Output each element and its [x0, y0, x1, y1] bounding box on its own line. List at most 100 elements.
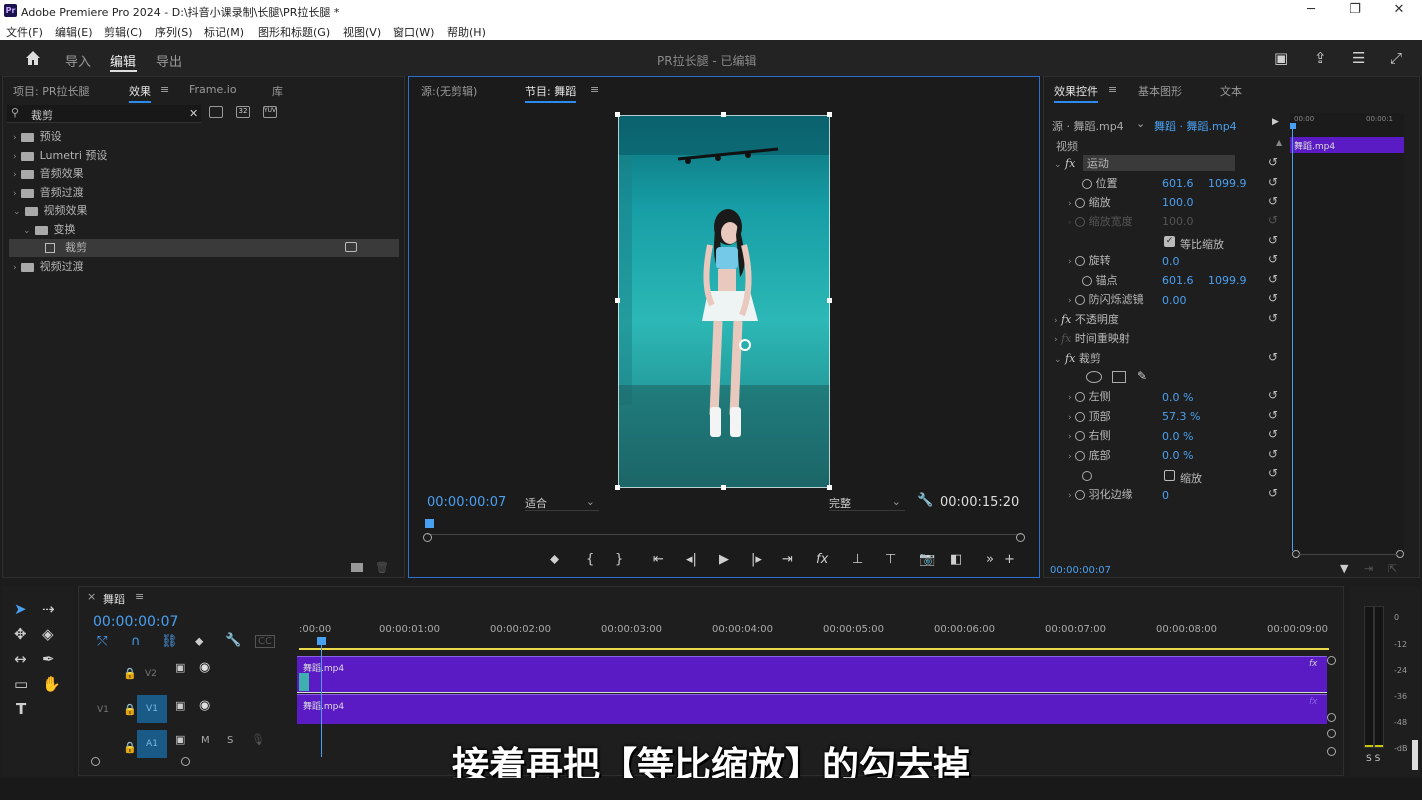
mark-out-icon[interactable]: } [615, 552, 623, 567]
menu-help[interactable]: 帮助(H) [447, 24, 486, 40]
feather-stopwatch-icon[interactable] [1075, 490, 1086, 500]
add-marker-icon[interactable]: ⬥ [550, 552, 559, 567]
snap-icon[interactable]: ∩ [131, 634, 141, 649]
position-x-value[interactable]: 601.6 [1162, 177, 1194, 190]
rectangle-tool-icon[interactable]: ▭ [14, 675, 28, 693]
add-marker-timeline-icon[interactable]: ⬥ [195, 634, 203, 649]
tab-libraries[interactable]: 库 [272, 83, 283, 99]
tab-effects[interactable]: 效果 [129, 83, 151, 103]
sequence-clip-label[interactable]: 舞蹈 · 舞蹈.mp4 [1154, 118, 1237, 134]
home-icon[interactable] [24, 49, 42, 67]
clip-v2[interactable]: 舞蹈.mp4 fx [297, 656, 1327, 693]
handle-top-right[interactable] [827, 112, 832, 117]
clear-search-icon[interactable]: ✕ [189, 107, 198, 120]
crop-top-value[interactable]: 57.3 % [1162, 410, 1200, 423]
scale-reset-icon[interactable]: ↺ [1268, 194, 1278, 208]
ec-playhead-head[interactable] [1290, 123, 1296, 129]
play-audio-icon[interactable]: ⇥ [1364, 562, 1373, 575]
ec-mini-timeline[interactable]: 00:00 00:00:1 舞蹈.mp4 [1290, 113, 1404, 553]
extract-icon[interactable]: ⊤ [885, 552, 896, 567]
razor-tool-icon[interactable]: ◈ [42, 625, 54, 643]
tree-item-crop[interactable]: 裁剪 [9, 239, 399, 257]
captions-icon[interactable]: CC [255, 635, 275, 648]
comparison-view-icon[interactable]: ◧ [950, 552, 962, 567]
tab-essential-graphics[interactable]: 基本图形 [1138, 83, 1182, 99]
tree-item-transform[interactable]: ⌄ 变换 [23, 221, 398, 239]
work-area-bar[interactable] [299, 648, 1329, 650]
v1-sync-icon[interactable]: ▣ [175, 699, 185, 712]
v1-visibility-icon[interactable]: ◉ [199, 698, 210, 713]
program-menu-icon[interactable]: ≡ [590, 83, 599, 96]
motion-effect-row[interactable]: ⌄ fx 运动 [1054, 155, 1235, 174]
quick-export-icon[interactable]: ▣ [1274, 49, 1288, 67]
v1-track-label[interactable]: V1 [137, 695, 167, 723]
mark-in-icon[interactable]: { [586, 552, 594, 567]
handle-top-left[interactable] [615, 112, 620, 117]
effect-controls-menu-icon[interactable]: ≡ [1108, 83, 1117, 96]
effects-search[interactable]: ⚲ 裁剪 ✕ [7, 105, 201, 123]
crop-reset-icon[interactable]: ↺ [1268, 350, 1278, 364]
menu-window[interactable]: 窗口(W) [393, 24, 434, 40]
crop-left-reset-icon[interactable]: ↺ [1268, 388, 1278, 402]
tree-item-audio-transitions[interactable]: › 音频过渡 [13, 184, 398, 202]
crop-bottom-reset-icon[interactable]: ↺ [1268, 447, 1278, 461]
workspace-edit[interactable]: 编辑 [110, 51, 136, 70]
crop-top-stopwatch-icon[interactable] [1075, 412, 1086, 422]
crop-right-stopwatch-icon[interactable] [1075, 431, 1086, 441]
tree-item-video-effects[interactable]: ⌄ 视频效果 [13, 202, 398, 220]
selection-tool-icon[interactable]: ➤ [14, 600, 27, 618]
ec-mini-clip[interactable]: 舞蹈.mp4 [1290, 137, 1404, 153]
opacity-reset-icon[interactable]: ↺ [1268, 311, 1278, 325]
v1-lock-icon[interactable]: 🔒 [123, 703, 137, 716]
filter-icon[interactable]: ▼ [1340, 562, 1348, 575]
sequence-menu-icon[interactable]: ≡ [135, 590, 144, 603]
tree-item-audio-effects[interactable]: › 音频效果 [13, 165, 398, 183]
source-dropdown-icon[interactable]: ⌄ [1136, 117, 1145, 130]
export-frame-icon[interactable]: 📷 [919, 552, 935, 567]
anchor-y-value[interactable]: 1099.9 [1208, 274, 1247, 287]
position-stopwatch-icon[interactable] [1082, 179, 1092, 189]
crop-effect-row[interactable]: ⌄ fx 裁剪 [1054, 350, 1101, 369]
crop-bottom-value[interactable]: 0.0 % [1162, 449, 1193, 462]
opacity-effect-row[interactable]: › fx 不透明度 [1054, 311, 1119, 330]
feather-value[interactable]: 0 [1162, 489, 1169, 502]
crop-left-stopwatch-icon[interactable] [1075, 392, 1086, 402]
menu-file[interactable]: 文件(F) [6, 24, 43, 40]
menu-sequence[interactable]: 序列(S) [155, 24, 193, 40]
slip-tool-icon[interactable]: ↔ [14, 650, 27, 668]
search-input[interactable]: 裁剪 [31, 107, 53, 123]
timeline-settings-icon[interactable]: 🔧 [225, 633, 241, 648]
menu-edit[interactable]: 编辑(E) [55, 24, 93, 40]
uniform-scale-reset-icon[interactable]: ↺ [1268, 233, 1278, 247]
quality-dropdown[interactable]: 完整 ⌄ [829, 495, 905, 511]
tab-text[interactable]: 文本 [1220, 83, 1242, 99]
tab-effect-controls[interactable]: 效果控件 [1054, 83, 1098, 103]
tab-program-monitor[interactable]: 节目: 舞蹈 [525, 83, 577, 103]
flicker-value[interactable]: 0.00 [1162, 294, 1187, 307]
ellipse-mask-icon[interactable] [1086, 371, 1102, 383]
program-playhead[interactable] [425, 519, 434, 528]
rotation-value[interactable]: 0.0 [1162, 255, 1180, 268]
pen-tool-icon[interactable]: ✒ [42, 650, 55, 668]
menu-graphics[interactable]: 图形和标题(G) [258, 24, 330, 40]
flicker-stopwatch-icon[interactable] [1075, 295, 1086, 305]
v2-sync-icon[interactable]: ▣ [175, 661, 185, 674]
zoom-handle-left[interactable] [423, 533, 432, 542]
anchor-reset-icon[interactable]: ↺ [1268, 272, 1278, 286]
tree-item-lumetri[interactable]: › Lumetri 预设 [13, 147, 398, 165]
handle-left[interactable] [615, 298, 620, 303]
ec-playhead[interactable] [1292, 123, 1293, 551]
fit-dropdown[interactable]: 适合 ⌄ [525, 495, 599, 511]
tab-source-monitor[interactable]: 源:(无剪辑) [421, 83, 477, 99]
vscroll-handle-1[interactable] [1327, 656, 1336, 665]
uniform-scale-checkbox[interactable]: ✓ [1164, 236, 1175, 247]
timeline-ruler[interactable]: :00:00 00:00:01:00 00:00:02:00 00:00:03:… [299, 621, 1329, 650]
flicker-reset-icon[interactable]: ↺ [1268, 291, 1278, 305]
settings-wrench-icon[interactable]: 🔧 [917, 493, 933, 508]
sequence-tab[interactable]: 舞蹈 [103, 591, 125, 607]
step-back-icon[interactable]: ◂| [686, 552, 697, 567]
menu-clip[interactable]: 剪辑(C) [104, 24, 142, 40]
crop-zoom-reset-icon[interactable]: ↺ [1268, 466, 1278, 480]
workspace-import[interactable]: 导入 [65, 51, 91, 70]
feather-reset-icon[interactable]: ↺ [1268, 486, 1278, 500]
